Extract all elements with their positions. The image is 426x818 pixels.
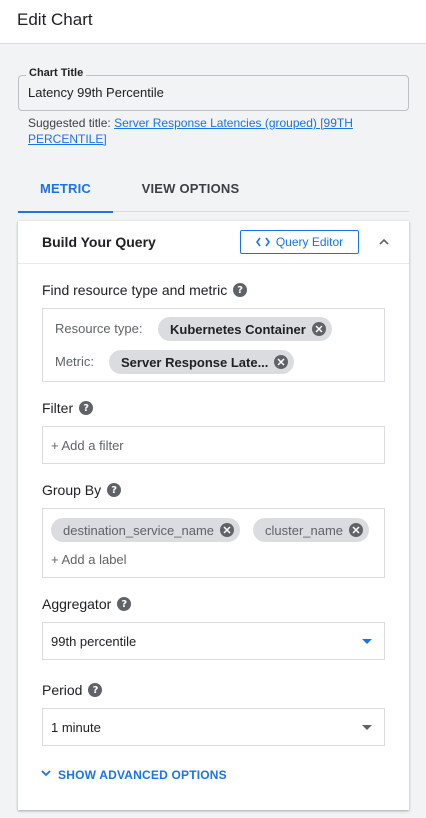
help-icon[interactable]: ? <box>79 401 94 415</box>
show-advanced-options-label: SHOW ADVANCED OPTIONS <box>58 767 227 782</box>
close-icon[interactable] <box>274 355 289 369</box>
app-header: Edit Chart <box>0 0 426 44</box>
show-advanced-options-button[interactable]: SHOW ADVANCED OPTIONS <box>40 767 227 782</box>
help-icon[interactable]: ? <box>88 683 103 697</box>
period-select[interactable]: 1 minute <box>42 708 385 746</box>
chart-title-label: Chart Title <box>26 67 87 79</box>
group-by-chip[interactable]: cluster_name <box>253 518 370 542</box>
help-icon[interactable]: ? <box>107 483 122 497</box>
filter-placeholder[interactable]: + Add a filter <box>51 438 124 453</box>
aggregator-label: Aggregator <box>42 596 112 612</box>
page-title: Edit Chart <box>17 10 93 29</box>
query-card-header: Build Your Query Query Editor <box>18 221 409 264</box>
period-value: 1 minute <box>51 720 101 735</box>
close-icon[interactable] <box>311 322 326 336</box>
tab-bar: METRIC VIEW OPTIONS <box>18 164 409 213</box>
metric-chip[interactable]: Server Response Late... <box>109 350 295 374</box>
query-card-title: Build Your Query <box>42 234 156 250</box>
metric-value: Server Response Late... <box>121 354 269 370</box>
period-heading: Period ? <box>42 682 103 698</box>
tab-view-options[interactable]: VIEW OPTIONS <box>128 164 253 212</box>
chart-title-value[interactable]: Latency 99th Percentile <box>28 85 164 100</box>
resource-type-label: Resource type: <box>55 321 143 336</box>
aggregator-value: 99th percentile <box>51 634 137 649</box>
query-editor-label: Query Editor <box>275 235 344 249</box>
group-by-chip[interactable]: destination_service_name <box>51 518 241 542</box>
aggregator-heading: Aggregator ? <box>42 596 132 612</box>
help-icon[interactable]: ? <box>117 597 132 611</box>
group-by-chip-label: destination_service_name <box>63 522 215 538</box>
close-icon[interactable] <box>220 523 235 537</box>
metric-label: Metric: <box>55 354 94 369</box>
suggested-title: Suggested title: Server Response Latenci… <box>28 115 408 147</box>
resource-type-value: Kubernetes Container <box>170 321 306 337</box>
chevron-down-icon <box>40 767 52 782</box>
dropdown-arrow-icon <box>362 725 372 730</box>
group-by-box[interactable]: destination_service_name cluster_name + … <box>42 508 385 578</box>
tab-metric[interactable]: METRIC <box>18 164 113 213</box>
code-icon <box>255 237 270 247</box>
resource-metric-box[interactable]: Resource type: Kubernetes Container Metr… <box>42 308 385 382</box>
dropdown-arrow-icon <box>362 639 372 644</box>
close-icon[interactable] <box>349 523 364 537</box>
group-by-heading: Group By ? <box>42 482 122 498</box>
filter-input[interactable]: + Add a filter <box>42 426 385 464</box>
filter-label: Filter <box>42 400 74 416</box>
query-editor-button[interactable]: Query Editor <box>240 230 359 254</box>
group-by-placeholder[interactable]: + Add a label <box>51 552 127 567</box>
help-icon[interactable]: ? <box>233 283 248 297</box>
find-metric-heading: Find resource type and metric ? <box>42 282 248 298</box>
resource-type-chip[interactable]: Kubernetes Container <box>158 317 332 341</box>
find-metric-label: Find resource type and metric <box>42 282 228 298</box>
group-by-chip-label: cluster_name <box>265 522 344 538</box>
suggested-title-prefix: Suggested title: <box>28 116 111 130</box>
chevron-up-icon[interactable] <box>375 233 393 251</box>
query-card: Build Your Query Query Editor Find resou… <box>18 221 409 810</box>
period-label: Period <box>42 682 83 698</box>
group-by-label: Group By <box>42 482 102 498</box>
filter-heading: Filter ? <box>42 400 94 416</box>
aggregator-select[interactable]: 99th percentile <box>42 622 385 660</box>
